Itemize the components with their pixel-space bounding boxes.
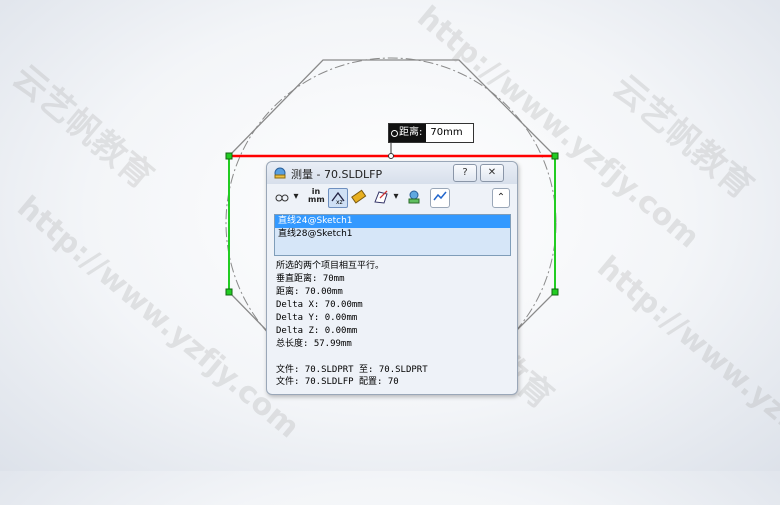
measure-results: 所选的两个项目相互平行。 垂直距离: 70mm 距离: 70.00mm Delt…	[276, 260, 384, 351]
vertex-handle[interactable]	[225, 288, 233, 296]
delta-y: Delta Y: 0.00mm	[276, 313, 358, 323]
dialog-title: 测量 - 70.SLDLFP	[291, 168, 383, 181]
chevron-down-icon[interactable]: ▾	[391, 188, 401, 206]
file-info: 文件: 70.SLDPRT 至: 70.SLDPRT 文件: 70.SLDLFP…	[276, 364, 428, 388]
delta-z: Delta Z: 0.00mm	[276, 326, 358, 336]
total-length: 总长度: 57.99mm	[276, 339, 352, 349]
point-to-point-icon[interactable]	[350, 188, 368, 206]
distance-value: 距离: 70.00mm	[276, 287, 343, 297]
measure-history-icon[interactable]	[405, 188, 423, 206]
file-info-line: 文件: 70.SLDPRT 至: 70.SLDPRT	[276, 365, 428, 375]
distance-callout-value: 70mm	[430, 127, 463, 138]
units-mm-label: mm	[308, 195, 325, 204]
measure-toolbar: ▾ in mm xz ▾ ⌃	[272, 188, 512, 208]
vertex-handle[interactable]	[551, 288, 559, 296]
chevron-down-icon[interactable]: ▾	[291, 188, 301, 206]
collapse-button[interactable]: ⌃	[492, 188, 510, 208]
distance-callout: 距离: 70mm	[388, 123, 474, 143]
show-xyz-icon[interactable]: xz	[328, 188, 348, 208]
measure-dialog[interactable]: 测量 - 70.SLDLFP ? ✕ ▾ in mm xz ▾ ⌃ 直线24@S…	[266, 161, 518, 395]
measure-icon	[274, 167, 286, 179]
list-item[interactable]: 直线24@Sketch1	[275, 215, 510, 228]
svg-text:xz: xz	[336, 199, 343, 205]
delta-x: Delta X: 70.00mm	[276, 300, 363, 310]
file-info-line: 文件: 70.SLDLFP 配置: 70	[276, 377, 399, 387]
distance-callout-label: 距离:	[389, 124, 427, 142]
help-button[interactable]: ?	[453, 164, 477, 182]
selection-list[interactable]: 直线24@Sketch1 直线28@Sketch1	[274, 214, 511, 256]
dimension-anchor	[388, 153, 394, 159]
perpendicular-distance: 垂直距离: 70mm	[276, 274, 345, 284]
dialog-titlebar[interactable]: 测量 - 70.SLDLFP ? ✕	[267, 162, 517, 184]
close-button[interactable]: ✕	[480, 164, 504, 182]
arc-circle-measure-icon[interactable]	[274, 188, 290, 206]
vertex-handle[interactable]	[551, 152, 559, 160]
projection-icon[interactable]	[372, 188, 390, 206]
create-sensor-icon[interactable]	[430, 188, 450, 208]
parallel-message: 所选的两个项目相互平行。	[276, 261, 385, 271]
units-button[interactable]: in mm	[308, 188, 325, 206]
vertex-handle[interactable]	[225, 152, 233, 160]
list-item[interactable]: 直线28@Sketch1	[275, 228, 510, 241]
